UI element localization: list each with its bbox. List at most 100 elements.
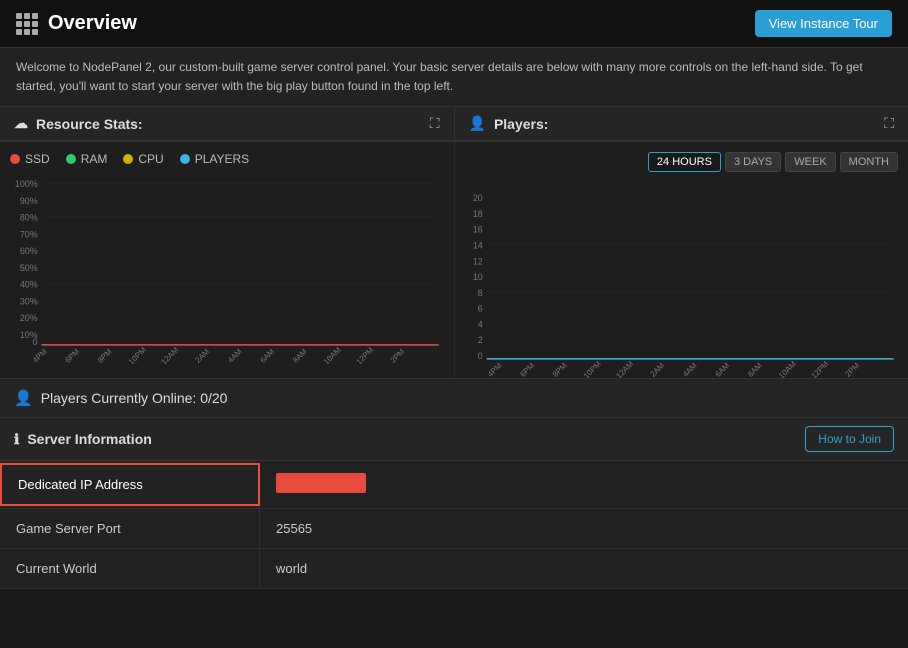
ssd-label: SSD bbox=[25, 152, 50, 166]
cloud-icon: ☁ bbox=[14, 115, 28, 132]
svg-text:8PM: 8PM bbox=[96, 347, 114, 364]
svg-text:10AM: 10AM bbox=[776, 360, 797, 379]
svg-text:8AM: 8AM bbox=[745, 361, 763, 378]
info-icon: ℹ bbox=[14, 431, 19, 448]
svg-text:40%: 40% bbox=[20, 280, 38, 290]
header-left: Overview bbox=[16, 12, 137, 35]
server-info-header: ℹ Server Information How to Join bbox=[0, 418, 908, 461]
players-dot bbox=[180, 154, 190, 164]
dedicated-ip-label: Dedicated IP Address bbox=[0, 463, 260, 506]
svg-text:6AM: 6AM bbox=[258, 347, 276, 364]
ssd-dot bbox=[10, 154, 20, 164]
svg-text:60%: 60% bbox=[20, 247, 38, 257]
svg-text:2AM: 2AM bbox=[648, 361, 666, 378]
legend: SSD RAM CPU PLAYERS bbox=[10, 152, 249, 166]
resource-stats-title: ☁ Resource Stats: bbox=[14, 115, 143, 132]
server-information: ℹ Server Information How to Join Dedicat… bbox=[0, 418, 908, 589]
how-to-join-button[interactable]: How to Join bbox=[805, 426, 894, 452]
svg-text:10PM: 10PM bbox=[127, 346, 148, 365]
svg-text:12PM: 12PM bbox=[354, 346, 375, 365]
chart-header-row: SSD RAM CPU PLAYERS bbox=[10, 152, 444, 174]
svg-text:4PM: 4PM bbox=[485, 361, 503, 378]
legend-cpu: CPU bbox=[123, 152, 163, 166]
ip-redacted-bar bbox=[276, 473, 366, 493]
current-world-value: world bbox=[260, 549, 323, 588]
svg-text:6AM: 6AM bbox=[713, 361, 731, 378]
svg-text:70%: 70% bbox=[20, 230, 38, 240]
svg-text:6PM: 6PM bbox=[63, 347, 81, 364]
svg-text:10AM: 10AM bbox=[322, 346, 343, 365]
table-row: Game Server Port 25565 bbox=[0, 509, 908, 549]
charts-row: SSD RAM CPU PLAYERS 100% bbox=[0, 142, 908, 378]
cpu-label: CPU bbox=[138, 152, 163, 166]
legend-ram: RAM bbox=[66, 152, 108, 166]
resource-stats-header: ☁ Resource Stats: ⛶ bbox=[0, 107, 455, 141]
svg-text:20%: 20% bbox=[20, 314, 38, 324]
svg-text:10: 10 bbox=[472, 272, 482, 282]
players-section-header: 👤 Players: ⛶ bbox=[455, 107, 908, 141]
svg-text:2AM: 2AM bbox=[193, 347, 211, 364]
svg-text:2: 2 bbox=[477, 335, 482, 345]
svg-text:16: 16 bbox=[472, 225, 482, 235]
game-server-port-label: Game Server Port bbox=[0, 509, 260, 548]
player-online-icon: 👤 bbox=[14, 389, 33, 407]
resource-stats-expand-icon[interactable]: ⛶ bbox=[430, 115, 440, 132]
players-chart-container: 24 HOURS 3 DAYS WEEK MONTH 20 18 16 14 1… bbox=[455, 142, 908, 378]
svg-text:8: 8 bbox=[477, 288, 482, 298]
svg-text:0: 0 bbox=[33, 337, 38, 347]
svg-text:80%: 80% bbox=[20, 213, 38, 223]
cpu-dot bbox=[123, 154, 133, 164]
svg-text:0: 0 bbox=[477, 351, 482, 361]
resource-stats-svg: 100% 90% 80% 70% 60% 50% 40% 30% 20% 10%… bbox=[10, 174, 444, 364]
right-chart-header: 24 HOURS 3 DAYS WEEK MONTH bbox=[465, 152, 899, 180]
table-row: Dedicated IP Address bbox=[0, 461, 908, 509]
page-title: Overview bbox=[48, 12, 137, 35]
svg-text:12AM: 12AM bbox=[159, 346, 180, 365]
view-instance-tour-button[interactable]: View Instance Tour bbox=[755, 10, 892, 37]
game-server-port-value: 25565 bbox=[260, 509, 328, 548]
time-btn-3days[interactable]: 3 DAYS bbox=[725, 152, 781, 172]
svg-text:4AM: 4AM bbox=[226, 347, 244, 364]
svg-text:2PM: 2PM bbox=[388, 347, 406, 364]
svg-text:6PM: 6PM bbox=[518, 361, 536, 378]
svg-text:4: 4 bbox=[477, 320, 482, 330]
grid-icon bbox=[16, 13, 38, 35]
server-info-title: ℹ Server Information bbox=[14, 431, 152, 448]
time-buttons: 24 HOURS 3 DAYS WEEK MONTH bbox=[648, 152, 898, 172]
svg-text:8PM: 8PM bbox=[550, 361, 568, 378]
legend-players: PLAYERS bbox=[180, 152, 249, 166]
players-online-label: Players Currently Online: 0/20 bbox=[41, 390, 228, 406]
legend-ssd: SSD bbox=[10, 152, 50, 166]
time-btn-month[interactable]: MONTH bbox=[840, 152, 898, 172]
svg-text:30%: 30% bbox=[20, 297, 38, 307]
svg-text:50%: 50% bbox=[20, 263, 38, 273]
header: Overview View Instance Tour bbox=[0, 0, 908, 48]
svg-text:14: 14 bbox=[472, 241, 482, 251]
svg-text:90%: 90% bbox=[20, 196, 38, 206]
time-btn-week[interactable]: WEEK bbox=[785, 152, 835, 172]
ram-dot bbox=[66, 154, 76, 164]
svg-text:8AM: 8AM bbox=[291, 347, 309, 364]
svg-text:12AM: 12AM bbox=[614, 360, 635, 379]
ram-label: RAM bbox=[81, 152, 108, 166]
time-btn-24hours[interactable]: 24 HOURS bbox=[648, 152, 721, 172]
players-section-title: 👤 Players: bbox=[469, 115, 549, 132]
svg-text:10PM: 10PM bbox=[581, 360, 602, 379]
svg-text:12PM: 12PM bbox=[809, 360, 830, 379]
players-icon: 👤 bbox=[469, 115, 486, 132]
dedicated-ip-value bbox=[260, 461, 382, 508]
players-svg: 20 18 16 14 12 10 8 6 4 2 0 bbox=[465, 188, 899, 378]
table-row: Current World world bbox=[0, 549, 908, 589]
players-online-bar: 👤 Players Currently Online: 0/20 bbox=[0, 378, 908, 418]
svg-text:4PM: 4PM bbox=[31, 347, 49, 364]
players-legend-label: PLAYERS bbox=[195, 152, 249, 166]
players-expand-icon[interactable]: ⛶ bbox=[884, 115, 894, 132]
svg-text:100%: 100% bbox=[15, 180, 38, 190]
svg-text:12: 12 bbox=[472, 257, 482, 267]
current-world-label: Current World bbox=[0, 549, 260, 588]
resource-stats-chart-container: SSD RAM CPU PLAYERS 100% bbox=[0, 142, 455, 378]
welcome-text: Welcome to NodePanel 2, our custom-built… bbox=[0, 48, 908, 107]
svg-text:2PM: 2PM bbox=[843, 361, 861, 378]
svg-text:6: 6 bbox=[477, 304, 482, 314]
players-chart: 20 18 16 14 12 10 8 6 4 2 0 bbox=[465, 188, 899, 378]
